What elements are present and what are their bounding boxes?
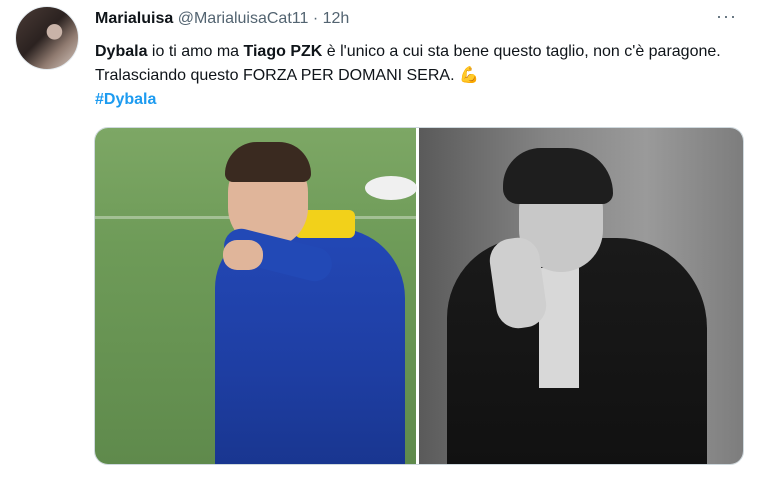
- shirt: [539, 268, 579, 388]
- user-handle[interactable]: @MarialuisaCat11: [178, 10, 309, 27]
- bold-text-dybala: Dybala: [95, 43, 148, 60]
- tweet-text: Dybala io ti amo ma Tiago PZK è l'unico …: [95, 40, 735, 112]
- player-hand: [223, 240, 263, 270]
- player-hair: [225, 142, 311, 182]
- black-and-white-portrait-photo[interactable]: [419, 128, 743, 464]
- football-player-photo[interactable]: [95, 128, 417, 464]
- more-options-icon[interactable]: ···: [716, 6, 737, 27]
- timestamp[interactable]: 12h: [323, 10, 350, 27]
- tweet-text-segment: io ti amo ma: [147, 43, 244, 60]
- tweet[interactable]: Marialuisa @MarialuisaCat11 · 12h ··· Dy…: [0, 0, 760, 500]
- media-container: [94, 127, 744, 465]
- hashtag-link[interactable]: #Dybala: [95, 91, 156, 108]
- flexed-biceps-emoji: 💪: [458, 67, 479, 84]
- separator-dot: ·: [312, 10, 319, 27]
- tweet-header: Marialuisa @MarialuisaCat11 · 12h: [95, 10, 349, 28]
- portrait-hair: [503, 148, 613, 204]
- avatar[interactable]: [15, 6, 79, 70]
- ball-shape: [365, 176, 417, 200]
- bold-text-tiago: Tiago PZK: [243, 43, 323, 60]
- display-name[interactable]: Marialuisa: [95, 10, 173, 27]
